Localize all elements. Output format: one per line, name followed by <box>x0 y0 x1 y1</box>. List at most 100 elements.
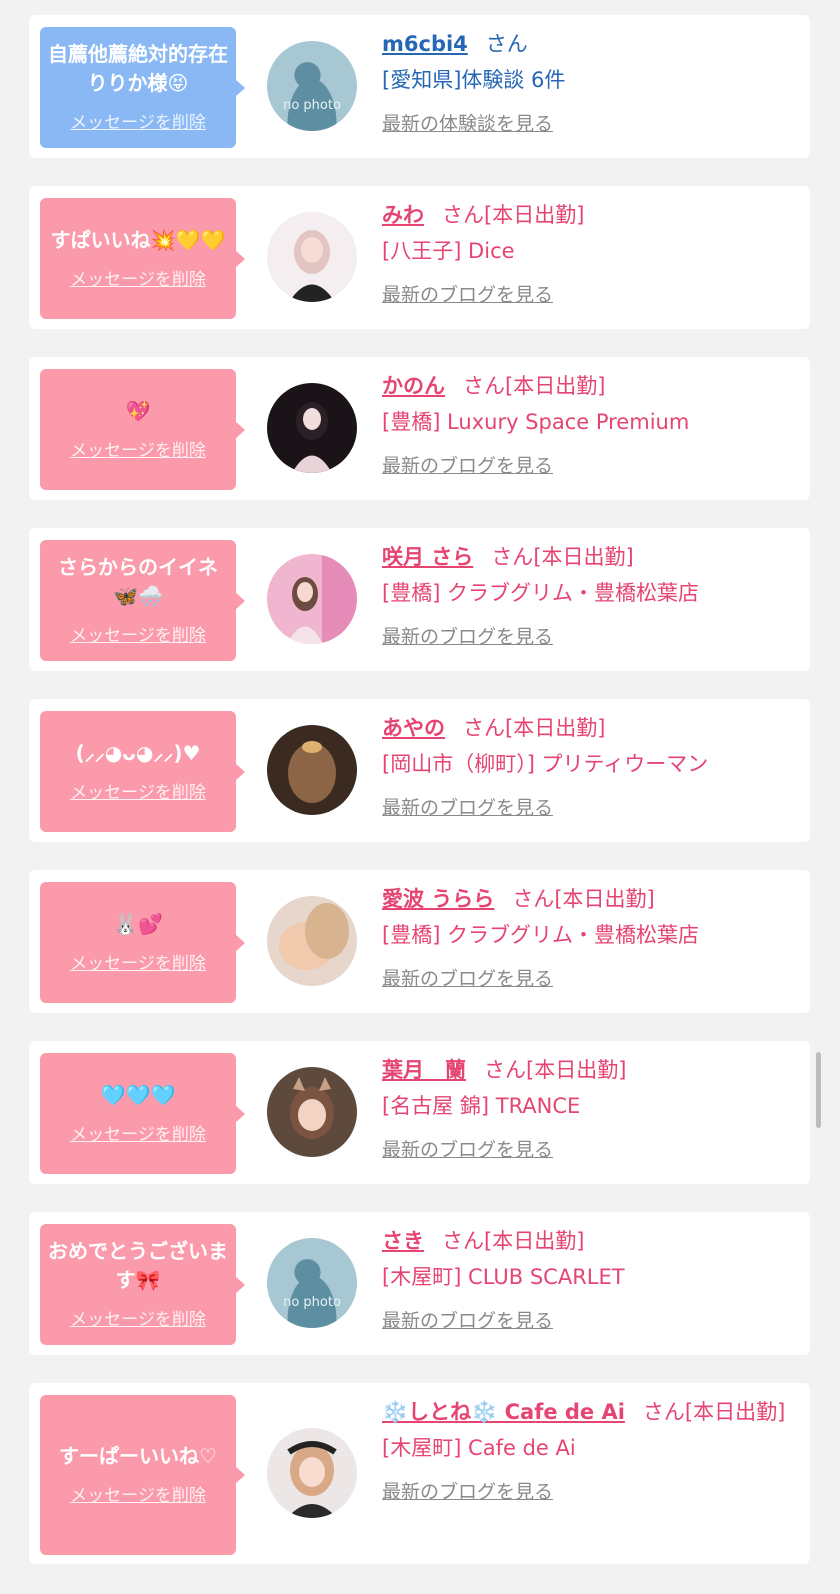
message-bubble: すーぱーいいね♡ メッセージを削除 <box>40 1395 245 1555</box>
status-text: [本日出勤] <box>505 716 606 740</box>
delete-message-link[interactable]: メッセージを削除 <box>70 265 206 290</box>
avatar-photo <box>267 383 357 473</box>
name-line: 葉月 蘭さん[本日出勤] <box>382 1053 796 1087</box>
avatar[interactable] <box>267 725 357 815</box>
see-latest-link[interactable]: 最新のブログを見る <box>382 793 553 820</box>
san-suffix: さん <box>642 1400 685 1424</box>
status-text: [本日出勤] <box>684 1400 786 1424</box>
see-latest-link[interactable]: 最新のブログを見る <box>382 280 553 307</box>
message-text: 🐰💕 <box>113 911 163 936</box>
avatar[interactable]: no photo <box>267 41 357 131</box>
delete-message-link[interactable]: メッセージを削除 <box>70 1305 206 1330</box>
message-bubble: さらからのイイネ🦋🌨️ メッセージを削除 <box>40 540 245 661</box>
message-bubble: すぱいいね💥💛💛 メッセージを削除 <box>40 198 245 319</box>
user-name-link[interactable]: ❄️しとね❄️ Cafe de Ai <box>382 1400 625 1424</box>
user-name-link[interactable]: 葉月 蘭 <box>382 1058 466 1082</box>
avatar[interactable] <box>267 1428 357 1518</box>
avatar[interactable]: no photo <box>267 1238 357 1328</box>
message-text: 自薦他薦絶対的存在りりか様😝 <box>48 42 228 95</box>
no-photo-label: no photo <box>283 1295 341 1310</box>
see-latest-link[interactable]: 最新のブログを見る <box>382 622 553 649</box>
status-text: [本日出勤] <box>533 545 634 569</box>
list-item: さらからのイイネ🦋🌨️ メッセージを削除 咲月 さら さん[本日出勤] [豊橋] … <box>29 528 810 671</box>
see-latest-link[interactable]: 最新のブログを見る <box>382 451 553 478</box>
message-text: すーぱーいいね♡ <box>59 1444 217 1468</box>
no-photo-placeholder: no photo <box>267 1238 357 1328</box>
message-bubble: おめでとうございます🎀 メッセージを削除 <box>40 1224 245 1345</box>
name-line: あやの さん[本日出勤] <box>382 711 796 745</box>
user-name-link[interactable]: 咲月 さら <box>382 545 473 569</box>
status-text: [本日出勤] <box>554 887 655 911</box>
name-line: 愛波 うらら さん[本日出勤] <box>382 882 796 916</box>
list-item: 💖 メッセージを削除 かのん さん[本日出勤] [豊橋] Luxury Space… <box>29 357 810 500</box>
delete-message-link[interactable]: メッセージを削除 <box>70 1120 206 1145</box>
san-suffix: さん <box>463 716 505 740</box>
san-suffix: さん <box>442 1229 484 1253</box>
user-name-link[interactable]: みわ <box>382 203 424 227</box>
message-bubble: 🐰💕 メッセージを削除 <box>40 882 245 1003</box>
list-item: 🐰💕 メッセージを削除 愛波 うらら さん[本日出勤] [豊橋] クラブグリム・豊… <box>29 870 810 1013</box>
name-line: かのん さん[本日出勤] <box>382 369 796 403</box>
delete-message-link[interactable]: メッセージを削除 <box>70 436 206 461</box>
shop-text: [名古屋 錦] TRANCE <box>382 1094 581 1118</box>
delete-message-link[interactable]: メッセージを削除 <box>70 108 206 133</box>
avatar[interactable] <box>267 896 357 986</box>
avatar-photo <box>267 1067 357 1157</box>
message-list: 自薦他薦絶対的存在りりか様😝 メッセージを削除 no photo m6cbi4 さ… <box>0 0 840 1594</box>
avatar[interactable] <box>267 1067 357 1157</box>
avatar[interactable] <box>267 212 357 302</box>
san-suffix: さん <box>463 374 505 398</box>
avatar[interactable] <box>267 554 357 644</box>
message-text: おめでとうございます🎀 <box>48 1239 228 1292</box>
name-line: ❄️しとね❄️ Cafe de Ai さん[本日出勤] <box>382 1395 796 1429</box>
delete-message-link[interactable]: メッセージを削除 <box>70 778 206 803</box>
shop-text: [木屋町] Cafe de Ai <box>382 1436 576 1460</box>
shop-text: [木屋町] CLUB SCARLET <box>382 1265 625 1289</box>
message-bubble: 🩵🩵🩵 メッセージを削除 <box>40 1053 245 1174</box>
see-latest-link[interactable]: 最新のブログを見る <box>382 964 553 991</box>
message-text: さらからのイイネ🦋🌨️ <box>58 555 218 608</box>
message-text: すぱいいね💥💛💛 <box>50 227 226 252</box>
list-item: すーぱーいいね♡ メッセージを削除 ❄️しとね❄️ Cafe de Ai さん[本… <box>29 1383 810 1564</box>
name-line: みわ さん[本日出勤] <box>382 198 796 232</box>
avatar-photo <box>267 725 357 815</box>
san-suffix: さん <box>491 545 534 569</box>
list-item: すぱいいね💥💛💛 メッセージを削除 みわ さん[本日出勤] [八王子] Dice … <box>29 186 810 329</box>
user-name-link[interactable]: あやの <box>382 716 445 740</box>
shop-text: [愛知県]体験談 6件 <box>382 68 566 92</box>
scrollbar[interactable] <box>816 1052 821 1128</box>
avatar-photo <box>267 896 357 986</box>
list-item: (⸝⸝◕ᴗ◕⸝⸝)♥ メッセージを削除 あやの さん[本日出勤] [岡山市（柳町）… <box>29 699 810 842</box>
message-bubble: (⸝⸝◕ᴗ◕⸝⸝)♥ メッセージを削除 <box>40 711 245 832</box>
no-photo-placeholder: no photo <box>267 41 357 131</box>
san-suffix: さん <box>485 32 528 56</box>
user-name-link[interactable]: 愛波 うらら <box>382 887 494 911</box>
delete-message-link[interactable]: メッセージを削除 <box>70 621 206 646</box>
list-item: 自薦他薦絶対的存在りりか様😝 メッセージを削除 no photo m6cbi4 さ… <box>29 15 810 158</box>
message-text: 💖 <box>125 398 151 423</box>
shop-text: [岡山市（柳町）] プリティウーマン <box>382 752 709 776</box>
avatar-photo <box>267 554 357 644</box>
avatar[interactable] <box>267 383 357 473</box>
san-suffix: さん <box>512 887 555 911</box>
see-latest-link[interactable]: 最新のブログを見る <box>382 1306 553 1333</box>
message-bubble: 💖 メッセージを削除 <box>40 369 245 490</box>
status-text: [本日出勤] <box>484 203 585 227</box>
message-bubble: 自薦他薦絶対的存在りりか様😝 メッセージを削除 <box>40 27 245 148</box>
shop-text: [豊橋] クラブグリム・豊橋松葉店 <box>382 581 700 605</box>
user-name-link[interactable]: さき <box>382 1229 424 1253</box>
see-latest-link[interactable]: 最新のブログを見る <box>382 1135 553 1162</box>
delete-message-link[interactable]: メッセージを削除 <box>70 1481 206 1506</box>
avatar-photo <box>267 1428 357 1518</box>
user-name-link[interactable]: m6cbi4 <box>382 32 468 56</box>
delete-message-link[interactable]: メッセージを削除 <box>70 949 206 974</box>
list-item: おめでとうございます🎀 メッセージを削除 no photo さき さん[本日出勤]… <box>29 1212 810 1355</box>
see-latest-link[interactable]: 最新の体験談を見る <box>382 109 553 136</box>
shop-text: [豊橋] クラブグリム・豊橋松葉店 <box>382 923 700 947</box>
no-photo-label: no photo <box>283 98 341 113</box>
user-name-link[interactable]: かのん <box>382 374 445 398</box>
status-text: [本日出勤] <box>484 1229 585 1253</box>
san-suffix: さん <box>484 1058 526 1082</box>
name-line: m6cbi4 さん <box>382 27 796 61</box>
see-latest-link[interactable]: 最新のブログを見る <box>382 1477 553 1504</box>
